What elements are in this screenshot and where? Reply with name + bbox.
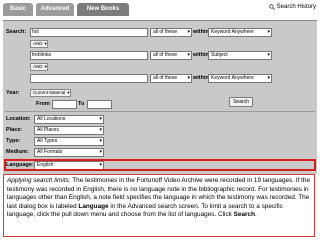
search-term-input-3[interactable] bbox=[30, 74, 148, 83]
match-scope-select-2[interactable]: all of these bbox=[150, 51, 192, 60]
within-label-1: within bbox=[193, 29, 209, 35]
search-term-input-2[interactable]: treblinka bbox=[30, 51, 148, 60]
type-label: Type: bbox=[6, 138, 21, 144]
caption-language-word: Language bbox=[78, 202, 109, 210]
type-select[interactable]: All Types bbox=[34, 137, 104, 146]
year-option-select[interactable]: Current Material bbox=[30, 89, 71, 97]
search-term-input-1[interactable]: hol bbox=[30, 28, 148, 37]
instruction-caption: Applying search limits: The testimonies … bbox=[3, 174, 315, 237]
from-label: From bbox=[36, 101, 50, 107]
to-label: To bbox=[78, 101, 85, 107]
boolean-operator-select-1[interactable]: AND bbox=[30, 40, 48, 48]
year-from-input[interactable] bbox=[52, 100, 77, 109]
tab-new-books[interactable]: New Books bbox=[77, 3, 129, 16]
boolean-operator-select-2[interactable]: AND bbox=[30, 63, 48, 71]
place-label: Place: bbox=[6, 127, 23, 133]
history-icon bbox=[268, 4, 275, 10]
within-label-3: within bbox=[193, 75, 209, 81]
location-select[interactable]: All Locations bbox=[34, 115, 104, 124]
search-field-select-1[interactable]: Keyword Anywhere bbox=[208, 28, 272, 37]
tab-advanced[interactable]: Advanced bbox=[36, 3, 74, 16]
tab-bar: Basic Advanced New Books Search History bbox=[0, 0, 320, 20]
caption-text-3: . bbox=[254, 211, 257, 219]
search-history-link[interactable]: Search History bbox=[268, 4, 316, 10]
match-scope-select-1[interactable]: all of these bbox=[150, 28, 192, 37]
year-label: Year: bbox=[6, 90, 20, 96]
caption-search-word: Search bbox=[233, 211, 255, 219]
search-field-select-3[interactable]: Keyword Anywhere bbox=[208, 74, 272, 83]
search-field-select-2[interactable]: Subject bbox=[208, 51, 272, 60]
match-scope-select-3[interactable]: all of these bbox=[150, 74, 192, 83]
year-to-input[interactable] bbox=[87, 100, 112, 109]
caption-heading: Applying search limits bbox=[7, 177, 69, 184]
location-label: Location: bbox=[6, 116, 31, 122]
search-history-label: Search History bbox=[276, 4, 316, 10]
within-label-2: within bbox=[193, 52, 209, 58]
advanced-search-panel: Search: hol all of these within Keyword … bbox=[3, 20, 317, 174]
place-select[interactable]: All Places bbox=[34, 126, 104, 135]
language-highlight-box bbox=[4, 159, 316, 171]
limits-divider bbox=[5, 111, 315, 112]
tab-basic[interactable]: Basic bbox=[3, 3, 33, 16]
medium-select[interactable]: All Formats bbox=[34, 148, 104, 157]
search-button[interactable]: Search bbox=[229, 97, 253, 107]
medium-label: Medium: bbox=[6, 149, 29, 155]
search-label: Search: bbox=[6, 29, 27, 35]
